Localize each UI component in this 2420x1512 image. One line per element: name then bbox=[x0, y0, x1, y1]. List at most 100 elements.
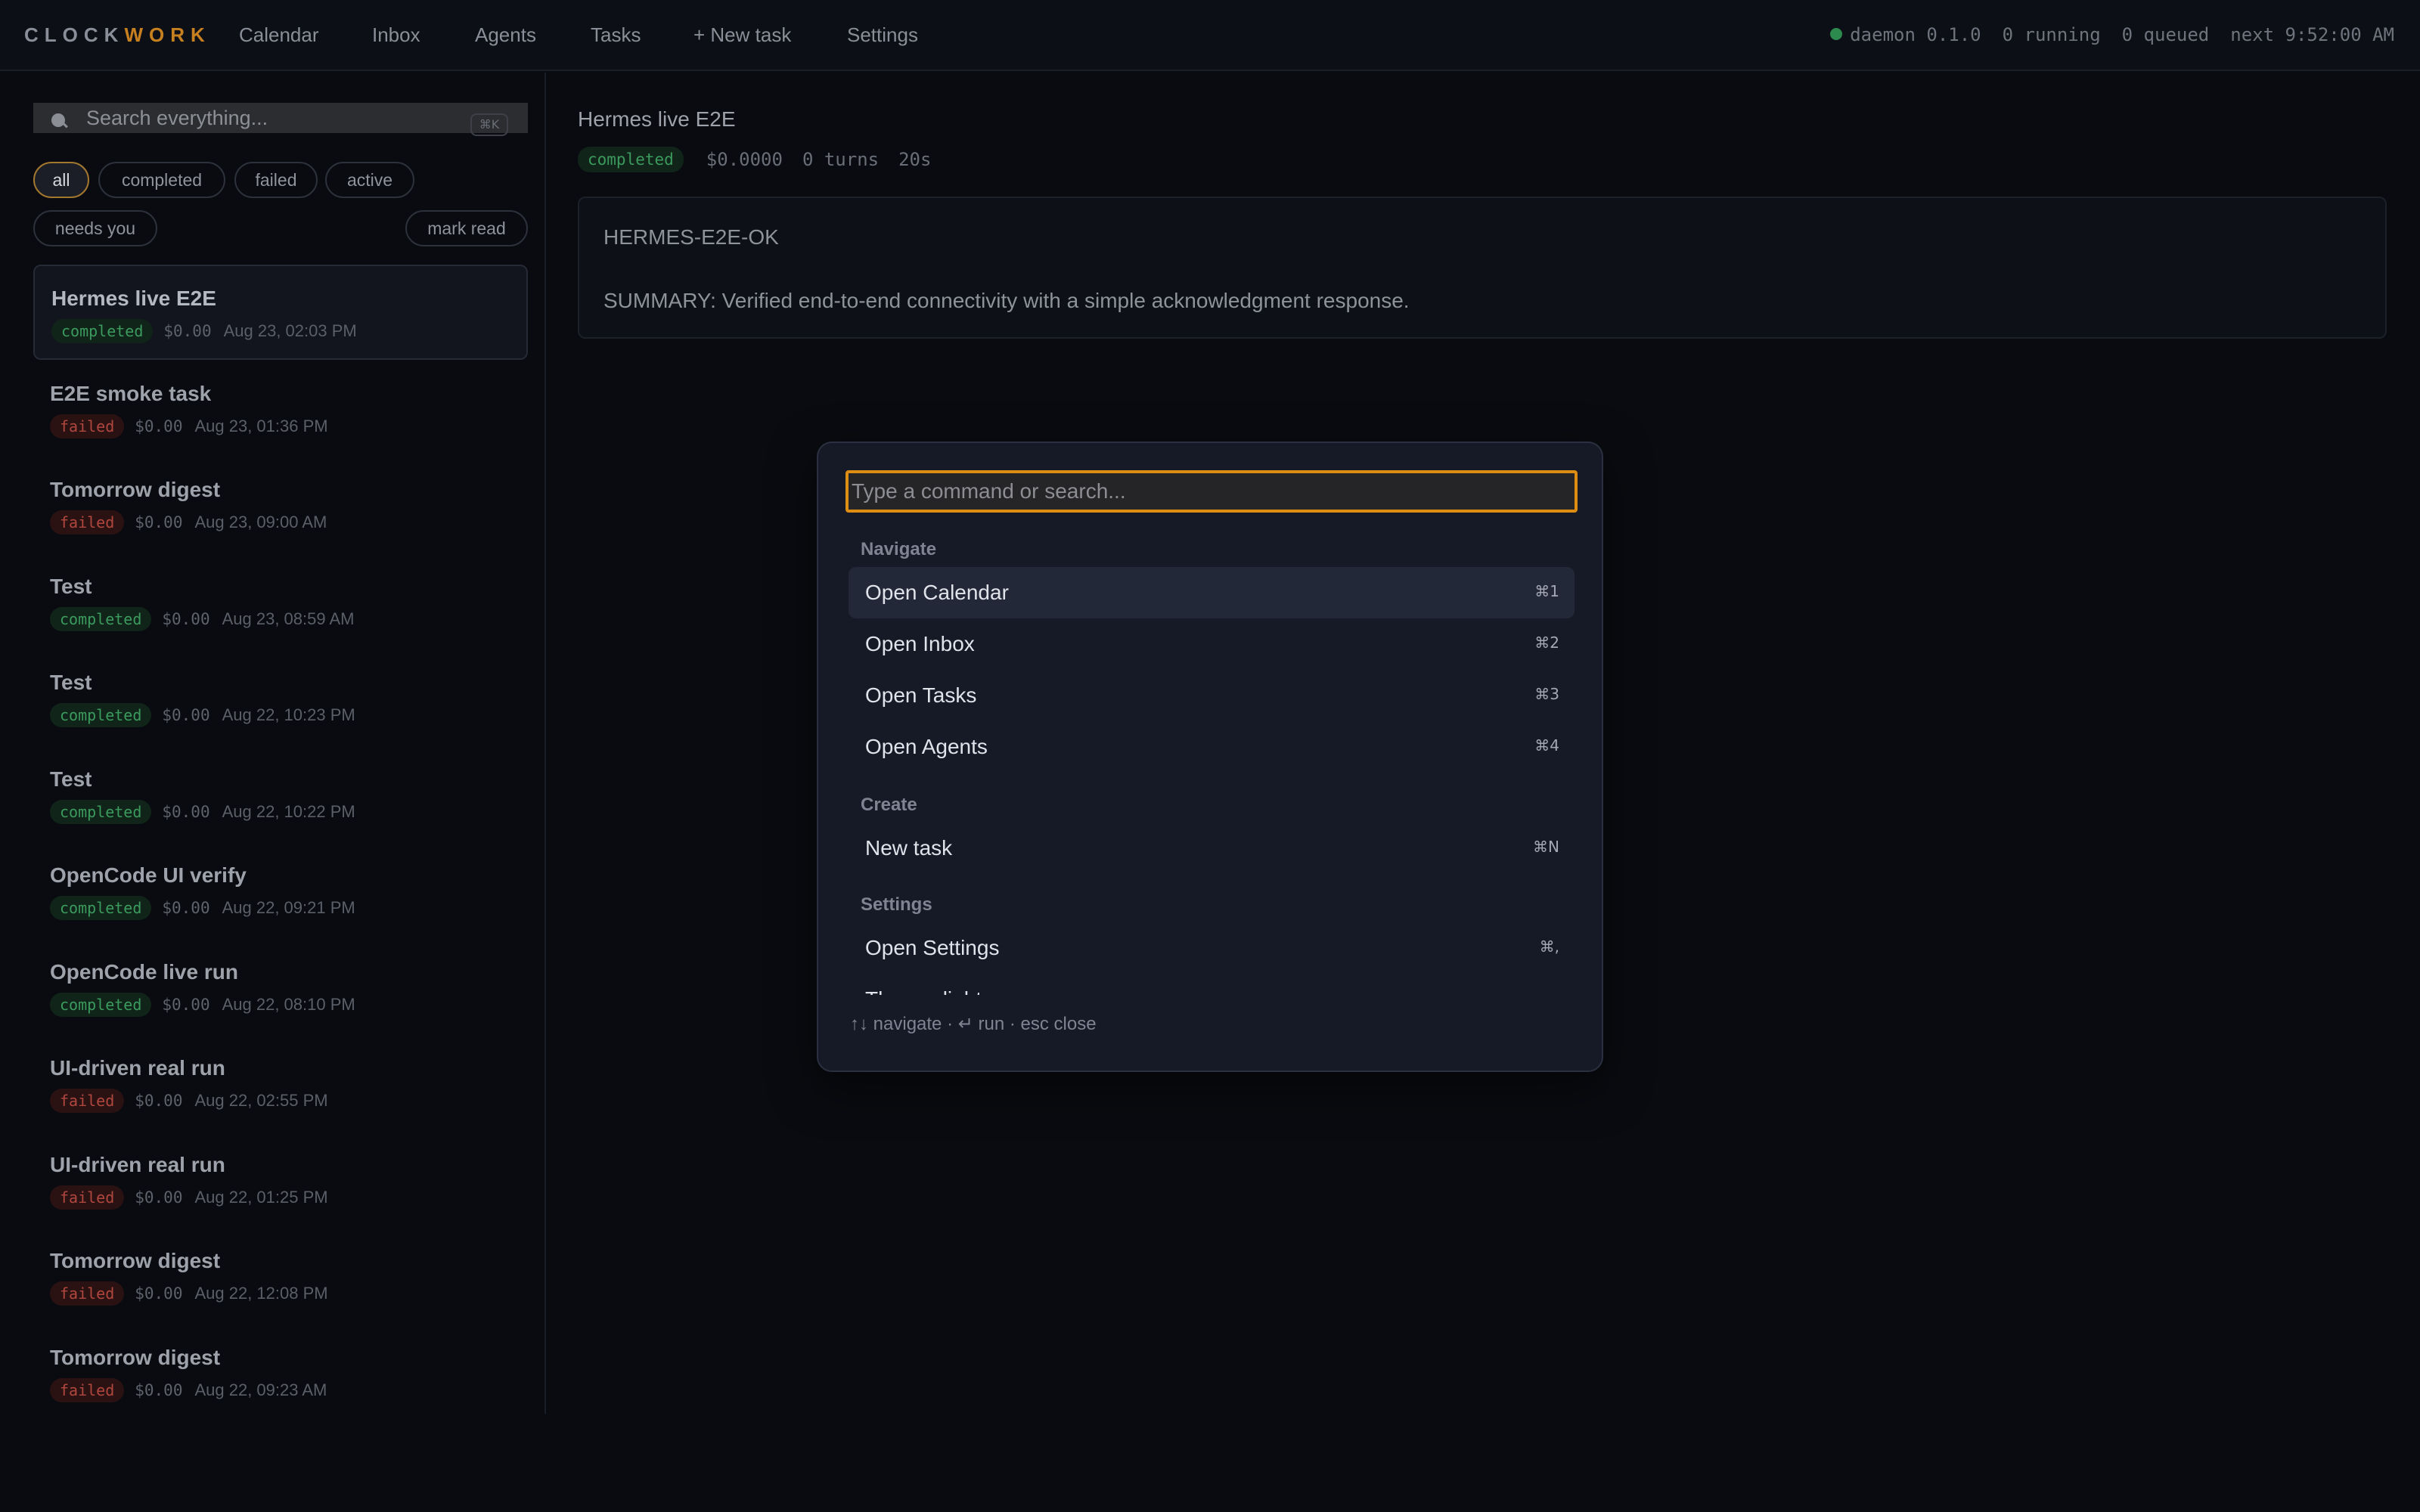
task-meta: failed $0.00 Aug 23, 09:00 AM bbox=[50, 510, 327, 534]
task-cost: $0.00 bbox=[135, 417, 183, 435]
command-shortcut: ⌘2 bbox=[1534, 634, 1559, 652]
task-title: Test bbox=[50, 574, 92, 598]
task-title: Tomorrow digest bbox=[50, 1249, 221, 1272]
top-bar: CLOCKWORK Calendar Inbox Agents Tasks + … bbox=[0, 0, 2420, 71]
filter-needs-you[interactable]: needs you bbox=[33, 210, 157, 246]
task-cost: $0.00 bbox=[162, 802, 210, 821]
command-open-calendar[interactable]: Open Calendar ⌘1 bbox=[849, 567, 1575, 618]
status-badge: completed bbox=[50, 992, 152, 1017]
task-output-card: HERMES-E2E-OK SUMMARY: Verified end-to-e… bbox=[578, 197, 2387, 339]
status-dot-icon bbox=[1830, 28, 1843, 40]
task-timestamp: Aug 23, 02:03 PM bbox=[223, 321, 357, 340]
search-input[interactable] bbox=[86, 103, 464, 133]
filter-active[interactable]: active bbox=[325, 162, 414, 198]
command-open-settings[interactable]: Open Settings ⌘, bbox=[849, 922, 1575, 974]
task-list-item[interactable]: Test completed $0.00 Aug 22, 10:23 PM bbox=[33, 650, 528, 745]
search-icon bbox=[51, 113, 65, 127]
nav-new-task[interactable]: + New task bbox=[693, 21, 791, 48]
task-title: OpenCode live run bbox=[50, 959, 238, 984]
task-list-item[interactable]: UI-driven real run failed $0.00 Aug 22, 01:… bbox=[33, 1132, 528, 1228]
task-meta: completed $0.00 Aug 23, 02:03 PM bbox=[51, 319, 357, 343]
daemon-status: daemon 0.1.0 0 running 0 queued next 9:52:0… bbox=[1830, 21, 2394, 48]
task-list-item[interactable]: UI-driven real run failed $0.00 Aug 22, 02:… bbox=[33, 1036, 528, 1131]
command-label: Open Agents bbox=[865, 735, 988, 758]
command-open-tasks[interactable]: Open Tasks ⌘3 bbox=[849, 670, 1575, 721]
task-timestamp: Aug 22, 10:22 PM bbox=[222, 801, 355, 821]
task-list-item[interactable]: Tomorrow digest failed $0.00 Aug 23, 09:00 … bbox=[33, 457, 528, 553]
task-cost: $0.00 bbox=[135, 1284, 183, 1303]
nav-settings[interactable]: Settings bbox=[847, 21, 918, 48]
status-badge: completed bbox=[50, 799, 152, 824]
task-meta: failed $0.00 Aug 22, 09:23 AM bbox=[50, 1377, 327, 1402]
command-label: Open Inbox bbox=[865, 632, 975, 655]
status-badge: failed bbox=[50, 1185, 125, 1210]
search-shortcut-hint: ⌘K bbox=[470, 113, 508, 136]
command-shortcut: ⌘4 bbox=[1534, 736, 1559, 754]
task-list-item[interactable]: Test completed $0.00 Aug 22, 10:22 PM bbox=[33, 747, 528, 842]
task-meta: failed $0.00 Aug 22, 02:55 PM bbox=[50, 1089, 328, 1113]
queued-count: 0 queued bbox=[2121, 24, 2210, 45]
detail-meta: completed $0.0000 0 turns 20s bbox=[578, 147, 931, 172]
brand-logo[interactable]: CLOCKWORK bbox=[24, 21, 211, 48]
command-shortcut: ⌘1 bbox=[1534, 582, 1559, 600]
nav-agents[interactable]: Agents bbox=[475, 21, 536, 48]
nav-tasks[interactable]: Tasks bbox=[591, 21, 641, 48]
command-new-task[interactable]: New task ⌘N bbox=[849, 823, 1575, 874]
command-open-inbox[interactable]: Open Inbox ⌘2 bbox=[849, 618, 1575, 670]
task-sidebar: ⌘K all completed failed active needs you… bbox=[0, 73, 546, 1414]
status-badge: failed bbox=[50, 510, 125, 534]
task-cost: $0.00 bbox=[135, 1092, 183, 1110]
task-title: OpenCode UI verify bbox=[50, 863, 247, 887]
nav-calendar[interactable]: Calendar bbox=[239, 21, 319, 48]
task-meta: completed $0.00 Aug 22, 09:21 PM bbox=[50, 896, 355, 920]
status-badge: failed bbox=[50, 1281, 125, 1306]
task-list-item[interactable]: OpenCode UI verify completed $0.00 Aug 22, … bbox=[33, 843, 528, 938]
task-meta: failed $0.00 Aug 23, 01:36 PM bbox=[50, 414, 328, 438]
task-list-item[interactable]: Tomorrow digest failed $0.00 Aug 22, 12:08 … bbox=[33, 1228, 528, 1324]
status-badge: failed bbox=[50, 414, 125, 438]
status-badge: completed bbox=[50, 896, 152, 920]
task-list-item[interactable]: Hermes live E2E completed $0.00 Aug 23, 02:… bbox=[33, 265, 528, 360]
nav-inbox[interactable]: Inbox bbox=[372, 21, 420, 48]
command-list-clip: Theme: light bbox=[849, 974, 1575, 995]
command-shortcut: ⌘3 bbox=[1534, 685, 1559, 703]
command-label: Open Settings bbox=[865, 936, 1000, 959]
filter-failed[interactable]: failed bbox=[234, 162, 318, 198]
command-open-agents[interactable]: Open Agents ⌘4 bbox=[849, 721, 1575, 773]
mark-read-button[interactable]: mark read bbox=[405, 210, 528, 246]
task-list-item[interactable]: Tomorrow digest failed $0.00 Aug 22, 09:23 … bbox=[33, 1325, 528, 1421]
task-list-item[interactable]: OpenCode live run completed $0.00 Aug 22, 0… bbox=[33, 940, 528, 1035]
next-run: next 9:52:00 AM bbox=[2230, 24, 2394, 45]
detail-turns: 0 turns bbox=[802, 149, 880, 170]
global-search[interactable]: ⌘K bbox=[33, 103, 528, 136]
task-meta: failed $0.00 Aug 22, 12:08 PM bbox=[50, 1281, 328, 1306]
task-cost: $0.00 bbox=[135, 1188, 183, 1207]
task-timestamp: Aug 22, 01:25 PM bbox=[194, 1187, 328, 1207]
task-timestamp: Aug 23, 09:00 AM bbox=[194, 513, 327, 531]
brand-part-1: CLOCK bbox=[24, 23, 125, 46]
output-summary: SUMMARY: Verified end-to-end connectivit… bbox=[603, 289, 1410, 312]
brand-part-2: WORK bbox=[124, 23, 211, 46]
task-title: Hermes live E2E bbox=[51, 287, 216, 310]
task-cost: $0.00 bbox=[135, 513, 183, 531]
task-title: Tomorrow digest bbox=[50, 1345, 221, 1369]
detail-duration: 20s bbox=[898, 149, 932, 170]
task-list-item[interactable]: E2E smoke task failed $0.00 Aug 23, 01:36 P… bbox=[33, 361, 528, 457]
status-badge: completed bbox=[50, 703, 152, 727]
task-timestamp: Aug 22, 10:23 PM bbox=[222, 705, 355, 724]
task-title: Tomorrow digest bbox=[50, 478, 221, 501]
command-theme-light[interactable]: Theme: light bbox=[849, 974, 1575, 995]
command-search-input[interactable] bbox=[845, 470, 1578, 513]
command-label: Open Tasks bbox=[865, 683, 977, 707]
filter-completed[interactable]: completed bbox=[98, 162, 225, 198]
task-list-item[interactable]: Test completed $0.00 Aug 23, 08:59 AM bbox=[33, 554, 528, 649]
task-title: UI-driven real run bbox=[50, 1056, 225, 1080]
task-meta: completed $0.00 Aug 22, 08:10 PM bbox=[50, 992, 355, 1017]
task-cost: $0.00 bbox=[162, 706, 210, 724]
detail-status-badge: completed bbox=[578, 147, 684, 172]
filter-all[interactable]: all bbox=[33, 162, 89, 198]
task-timestamp: Aug 22, 02:55 PM bbox=[194, 1091, 328, 1110]
group-label-settings: Settings bbox=[861, 894, 932, 915]
status-badge: completed bbox=[51, 319, 154, 343]
task-cost: $0.00 bbox=[135, 1380, 183, 1399]
